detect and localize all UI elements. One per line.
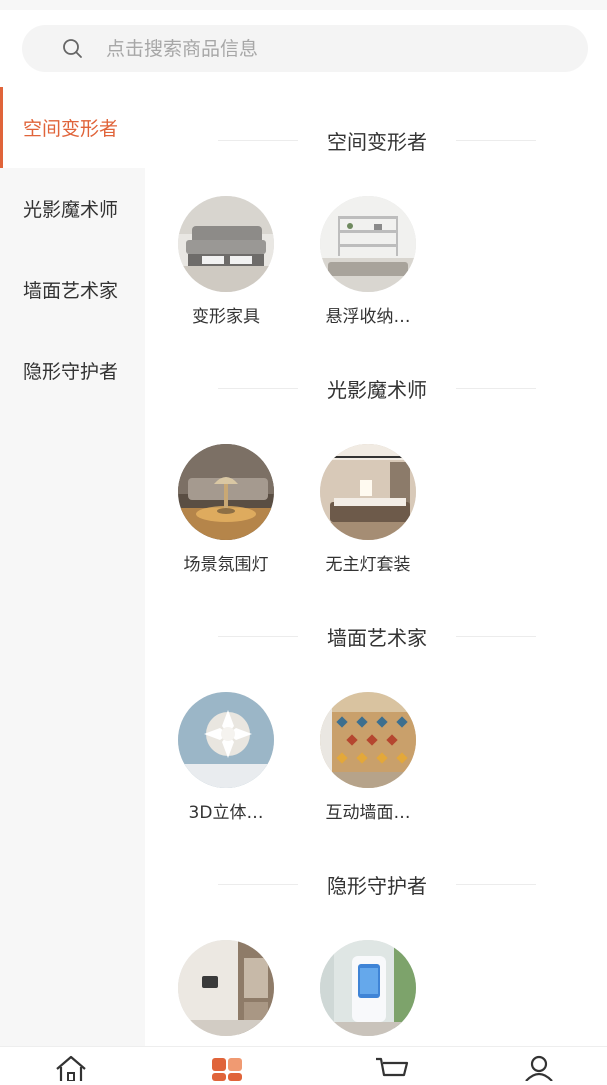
- section-title: 隐形守护者: [218, 869, 536, 899]
- section-title: 光影魔术师: [218, 373, 536, 403]
- sidebar-item-label: 空间变形者: [23, 118, 119, 140]
- product-image-lighting-set: [320, 444, 416, 540]
- product-item[interactable]: [166, 940, 286, 1046]
- divider: [456, 139, 536, 141]
- product-image-3d-wall-art: [178, 692, 274, 788]
- divider: [218, 635, 298, 637]
- product-name: 无主灯套装: [325, 555, 411, 575]
- section-title-text: 空间变形者: [327, 129, 427, 154]
- divider: [218, 139, 298, 141]
- sidebar-item-space-transformer[interactable]: 空间变形者: [0, 87, 145, 168]
- product-image-interactive-wall: [320, 692, 416, 788]
- product-image-ambient-lamp: [178, 444, 274, 540]
- product-item[interactable]: 互动墙面…: [308, 692, 428, 823]
- divider: [218, 883, 298, 885]
- home-icon: [56, 1055, 86, 1082]
- sidebar-item-label: 隐形守护者: [23, 361, 119, 383]
- section-title-text: 墙面艺术家: [327, 625, 427, 650]
- user-icon: [525, 1055, 553, 1082]
- product-image-sofa-bed: [178, 196, 274, 292]
- category-sidebar: 空间变形者 光影魔术师 墙面艺术家 隐形守护者: [0, 87, 145, 1047]
- divider: [456, 387, 536, 389]
- product-name: 悬浮收纳…: [325, 307, 411, 327]
- search-input[interactable]: [106, 25, 566, 72]
- product-name: 场景氛围灯: [183, 555, 269, 575]
- product-item[interactable]: 3D立体…: [166, 692, 286, 823]
- search-bar[interactable]: [22, 25, 588, 72]
- product-name: 变形家具: [192, 307, 260, 327]
- product-name: 互动墙面…: [325, 803, 411, 823]
- divider: [456, 635, 536, 637]
- product-image-smart-panel: [178, 940, 274, 1036]
- product-item[interactable]: 变形家具: [166, 196, 286, 327]
- category-icon: [212, 1058, 242, 1081]
- section-title-text: 光影魔术师: [327, 377, 427, 402]
- product-image-floating-storage: [320, 196, 416, 292]
- sidebar-item-wall-artist[interactable]: 墙面艺术家: [0, 249, 145, 330]
- status-strip: [0, 0, 607, 10]
- cart-icon: [376, 1057, 409, 1077]
- section-title: 空间变形者: [218, 125, 536, 155]
- sidebar-item-invisible-guardian[interactable]: 隐形守护者: [0, 330, 145, 411]
- section-title-text: 隐形守护者: [327, 873, 427, 898]
- tab-profile[interactable]: [519, 1055, 559, 1082]
- section-title: 墙面艺术家: [218, 621, 536, 651]
- product-name: 3D立体…: [188, 803, 264, 823]
- product-item[interactable]: [308, 940, 428, 1046]
- sidebar-item-light-magician[interactable]: 光影魔术师: [0, 168, 145, 249]
- sidebar-item-label: 光影魔术师: [23, 199, 119, 221]
- product-item[interactable]: 场景氛围灯: [166, 444, 286, 575]
- tab-cart[interactable]: [372, 1055, 412, 1081]
- divider: [218, 387, 298, 389]
- sidebar-item-label: 墙面艺术家: [23, 280, 119, 302]
- tab-category[interactable]: [208, 1055, 248, 1081]
- search-icon: [63, 39, 82, 58]
- product-image-air-purifier: [320, 940, 416, 1036]
- bottom-tab-bar: [0, 1046, 607, 1082]
- tab-home[interactable]: [51, 1055, 91, 1082]
- divider: [456, 883, 536, 885]
- product-item[interactable]: 无主灯套装: [308, 444, 428, 575]
- product-item[interactable]: 悬浮收纳…: [308, 196, 428, 327]
